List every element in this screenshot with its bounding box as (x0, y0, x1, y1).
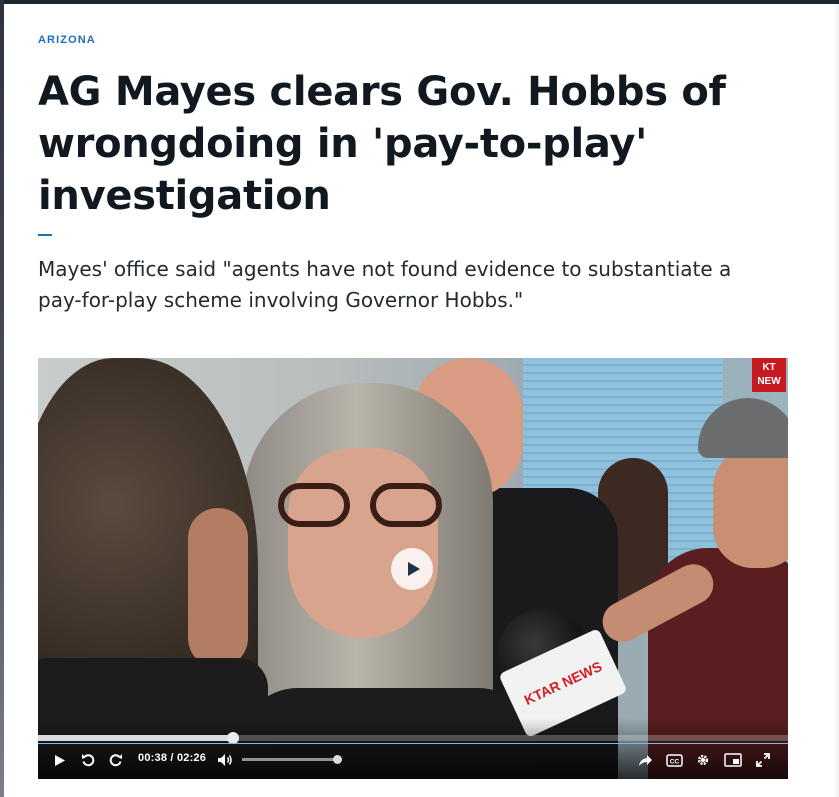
article-subhead: Mayes' office said "agents have not foun… (38, 254, 798, 316)
volume-icon (218, 754, 232, 766)
replay-icon (82, 754, 95, 767)
subhead-line: pay-for-play scheme involving Governor H… (38, 288, 524, 312)
fullscreen-icon (756, 753, 770, 767)
mic-flag-text: KTAR NEWS (521, 658, 605, 708)
cast-button[interactable] (722, 750, 744, 770)
play-icon (407, 562, 420, 576)
headline-line: investigation (38, 173, 331, 219)
progress-bar[interactable] (38, 732, 788, 744)
headline-line: wrongdoing in 'pay-to-play' (38, 121, 648, 167)
current-time: 00:38 (138, 752, 168, 764)
accent-rule (38, 234, 52, 236)
time-display: 00:38 / 02:26 (138, 752, 206, 764)
fullscreen-button[interactable] (754, 750, 772, 770)
progress-underline (38, 743, 788, 744)
reporter-left-ear (188, 508, 248, 668)
section-label[interactable]: ARIZONA (38, 34, 96, 46)
captions-button[interactable]: CC (664, 750, 684, 770)
volume-slider[interactable] (242, 755, 342, 764)
duration: 02:26 (176, 752, 207, 764)
forward-icon (109, 754, 122, 767)
time-separator: / (170, 752, 174, 764)
browser-top-bar (0, 0, 839, 4)
captions-icon: CC (665, 753, 683, 767)
volume-handle[interactable] (333, 755, 342, 764)
play-icon (55, 754, 65, 766)
svg-text:CC: CC (669, 758, 679, 765)
subhead-line: Mayes' office said "agents have not foun… (38, 257, 732, 281)
left-edge-bar (0, 0, 4, 797)
center-play-button[interactable] (391, 548, 433, 590)
mute-button[interactable] (216, 750, 234, 770)
share-icon (638, 754, 652, 766)
progress-fill (38, 735, 233, 741)
headline-line: AG Mayes clears Gov. Hobbs of (38, 69, 726, 115)
play-button[interactable] (52, 750, 68, 770)
cast-icon (724, 753, 742, 767)
video-player[interactable]: KTAR NEWS KT NEW 00:38 / 02:26 CC (38, 358, 788, 779)
volume-fill (242, 758, 337, 761)
speaker-glasses (278, 483, 448, 528)
settings-button[interactable] (694, 750, 712, 770)
share-button[interactable] (636, 750, 654, 770)
station-logo: KT NEW (752, 358, 786, 392)
article-headline: AG Mayes clears Gov. Hobbs of wrongdoing… (38, 66, 798, 222)
replay-button[interactable] (80, 750, 96, 770)
forward-button[interactable] (108, 750, 124, 770)
speaker-face (288, 448, 438, 638)
right-edge-shade (833, 0, 839, 797)
settings-icon (697, 754, 709, 766)
